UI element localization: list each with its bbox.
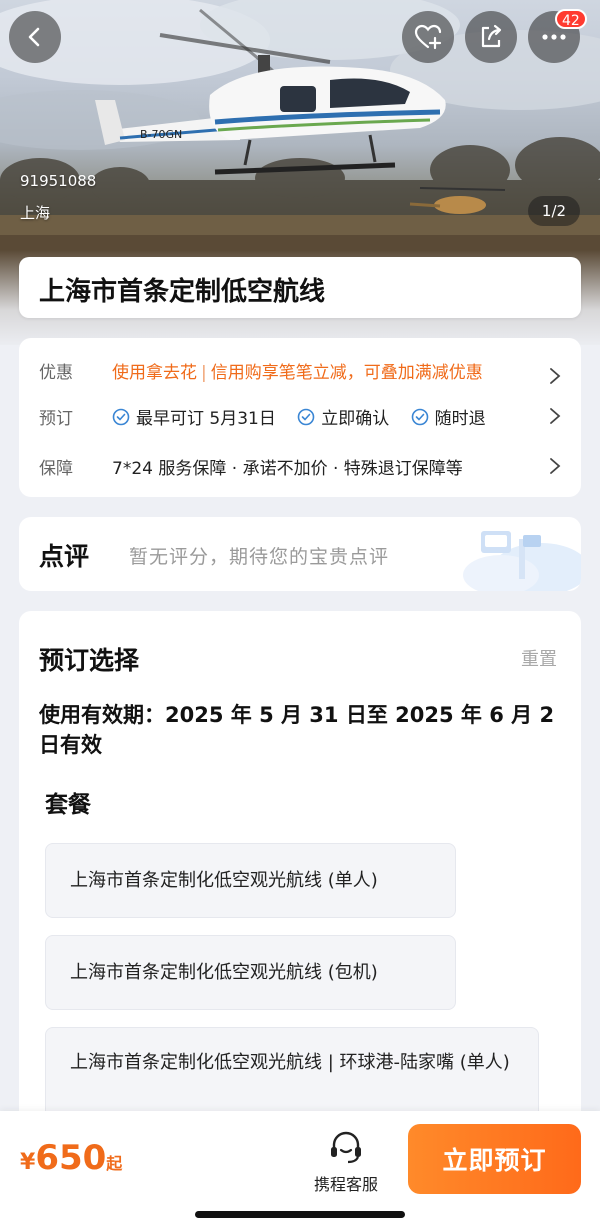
feature-instant-confirm: 立即确认: [297, 404, 389, 429]
back-button[interactable]: [9, 11, 61, 63]
book-now-button[interactable]: 立即预订: [408, 1124, 581, 1194]
package-option-charter[interactable]: 上海市首条定制化低空观光航线 (包机): [45, 935, 456, 1010]
discount-text: 使用拿去花 | 信用购享笔笔立减，可叠加满减优惠: [112, 358, 483, 383]
feature-anytime-refund: 随时退: [411, 404, 486, 429]
review-empty-text: 暂无评分，期待您的宝贵点评: [129, 546, 390, 568]
chevron-right-icon: [550, 458, 561, 474]
price-suffix: 起: [106, 1154, 123, 1173]
home-indicator: [195, 1211, 405, 1218]
bottom-action-bar: ¥650起 携程客服 立即预订: [0, 1111, 600, 1229]
booking-select-card: 预订选择 重置 使用有效期：2025 年 5 月 31 日至 2025 年 6 …: [19, 611, 581, 1131]
review-title: 点评: [39, 542, 90, 571]
gallery-pager: 1/2: [528, 196, 580, 226]
more-dots-icon: [542, 34, 566, 40]
review-illustration: [463, 531, 581, 591]
check-circle-icon: [297, 408, 315, 425]
info-card: 优惠 使用拿去花 | 信用购享笔笔立减，可叠加满减优惠 预订 最早可订 5月31日 …: [19, 338, 581, 497]
reset-button[interactable]: 重置: [521, 645, 557, 671]
customer-service-label: 携程客服: [313, 1175, 378, 1194]
discount-text-2: 信用购享笔笔立减，可叠加满减优惠: [210, 363, 483, 383]
discount-row[interactable]: 优惠 使用拿去花 | 信用购享笔笔立减，可叠加满减优惠: [19, 350, 581, 390]
package-option-label: 上海市首条定制化低空观光航线 (包机): [70, 961, 378, 983]
check-circle-icon: [112, 408, 130, 425]
product-city: 上海: [20, 204, 51, 222]
booking-label: 预订: [39, 409, 73, 429]
customer-service-button[interactable]: 携程客服: [308, 1127, 384, 1195]
product-id: 91951088: [20, 172, 97, 190]
svg-text:B-70GN: B-70GN: [140, 128, 182, 141]
chevron-right-icon: [550, 408, 561, 424]
chevron-right-icon: [550, 368, 561, 384]
page-title: 上海市首条定制低空航线: [39, 277, 326, 307]
title-card: 上海市首条定制低空航线: [19, 257, 581, 318]
share-icon: [481, 24, 502, 48]
package-option-label: 上海市首条定制化低空观光航线 | 环球港-陆家嘴 (单人): [70, 1052, 510, 1073]
booking-row[interactable]: 预订 最早可订 5月31日 立即确认 随时退: [19, 396, 581, 436]
validity-text: 使用有效期：2025 年 5 月 31 日至 2025 年 6 月 2 日有效: [39, 703, 555, 757]
divider: |: [201, 363, 207, 383]
booking-features: 最早可订 5月31日 立即确认 随时退: [112, 404, 502, 431]
check-circle-icon: [411, 408, 428, 425]
review-card[interactable]: 点评 暂无评分，期待您的宝贵点评: [19, 517, 581, 591]
notification-badge: 42: [555, 9, 587, 29]
package-option-single[interactable]: 上海市首条定制化低空观光航线 (单人): [45, 843, 456, 918]
guarantee-row[interactable]: 保障 7*24 服务保障 · 承诺不加价 · 特殊退订保障等: [19, 446, 581, 486]
price-currency: ¥: [20, 1150, 36, 1175]
guarantee-label: 保障: [39, 459, 73, 479]
price: ¥650起: [20, 1138, 122, 1178]
share-button[interactable]: [465, 11, 517, 63]
headset-icon: [331, 1131, 361, 1164]
price-value: 650: [35, 1138, 107, 1178]
package-option-label: 上海市首条定制化低空观光航线 (单人): [70, 869, 378, 891]
feature-anytime-refund-label: 随时退: [434, 409, 486, 429]
feature-earliest: 最早可订 5月31日: [112, 404, 276, 429]
favorite-button[interactable]: [402, 11, 454, 63]
booking-select-title: 预订选择: [39, 646, 140, 675]
package-section-title: 套餐: [45, 792, 91, 818]
guarantee-text: 7*24 服务保障 · 承诺不加价 · 特殊退订保障等: [112, 459, 463, 479]
discount-label: 优惠: [39, 363, 73, 383]
heart-add-icon: [414, 24, 442, 50]
feature-earliest-label: 最早可订 5月31日: [136, 409, 276, 429]
feature-instant-confirm-label: 立即确认: [321, 409, 390, 429]
chevron-left-icon: [28, 27, 40, 47]
discount-text-1: 使用拿去花: [112, 363, 197, 383]
